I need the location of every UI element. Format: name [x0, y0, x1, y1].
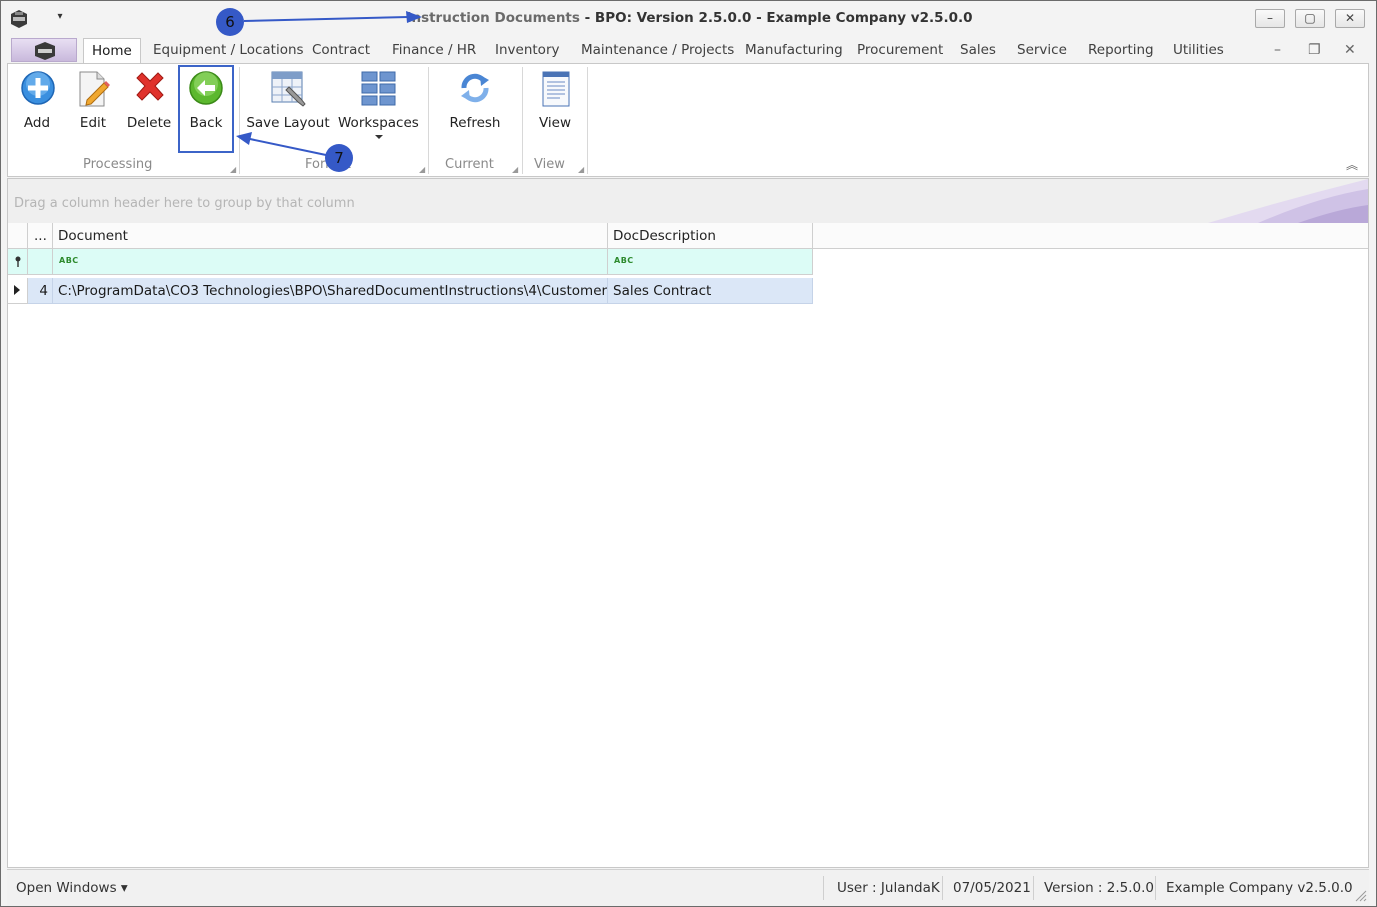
annotation-step-7: 7 [325, 144, 353, 172]
annotation-step-6: 6 [216, 8, 244, 36]
annotation-arrows [236, 11, 422, 156]
